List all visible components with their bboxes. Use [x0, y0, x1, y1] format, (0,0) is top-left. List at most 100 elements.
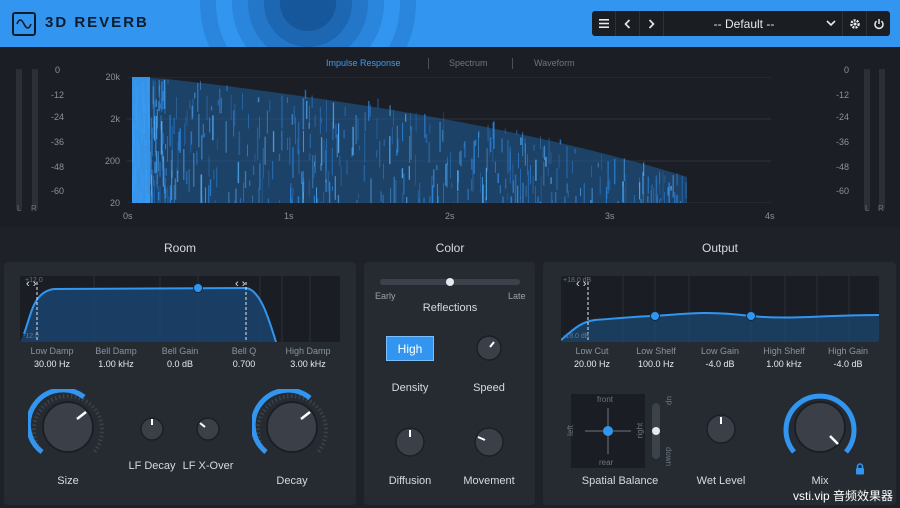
output-meter-left [864, 69, 870, 210]
param-label: Bell Gain [161, 346, 199, 356]
db-tick: 0 [843, 65, 849, 75]
high-damp-handle-icon[interactable]: ‹ › [235, 278, 245, 290]
waveform-logo-icon [12, 12, 36, 36]
db-tick: -60 [835, 186, 849, 196]
spatial-front-label: front [597, 395, 614, 404]
room-eq-display[interactable]: +12.0 -12.0 ‹ › ‹ › [20, 276, 340, 342]
high-density-button[interactable]: High [386, 336, 434, 361]
param-value: 0.0 dB [166, 359, 194, 369]
param-value: 0.700 [232, 359, 256, 369]
preset-name: -- Default -- [713, 16, 775, 31]
diffusion-label: Diffusion [388, 475, 432, 487]
param-bell-damp[interactable]: Bell Damp 1.00 kHz [84, 346, 148, 369]
wet-level-label: Wet Level [696, 475, 746, 487]
mix-knob[interactable] [780, 389, 860, 459]
preset-select[interactable]: -- Default -- [664, 11, 842, 36]
decay-knob[interactable] [252, 389, 332, 459]
power-icon[interactable] [866, 11, 890, 36]
db-tick: -60 [50, 186, 64, 196]
height-down-label: down [664, 446, 674, 467]
input-meter-left [16, 69, 22, 210]
param-high-damp[interactable]: High Damp 3.00 kHz [276, 346, 340, 369]
lf-xover-label: LF X-Over [182, 460, 234, 472]
reflections-label: Reflections [422, 302, 478, 314]
db-tick: -48 [50, 162, 64, 172]
gear-icon[interactable] [842, 11, 866, 36]
spatial-left-label: left [565, 425, 575, 436]
param-low-gain[interactable]: Low Gain -4.0 dB [688, 346, 752, 369]
param-label: Low Gain [700, 346, 740, 356]
diffusion-knob[interactable] [395, 427, 425, 457]
tab-spectrum[interactable]: Spectrum [449, 58, 488, 68]
db-tick: -24 [50, 112, 64, 122]
param-low-damp[interactable]: Low Damp 30.00 Hz [20, 346, 84, 369]
section-title-color: Color [435, 241, 465, 255]
hamburger-menu-icon[interactable] [592, 11, 616, 36]
lf-xover-knob[interactable] [196, 417, 220, 441]
wet-level-knob[interactable] [706, 414, 736, 444]
param-low-shelf[interactable]: Low Shelf 100.0 Hz [624, 346, 688, 369]
param-value: 3.00 kHz [290, 359, 326, 369]
spatial-crosshair [585, 408, 631, 454]
param-value: 100.0 Hz [637, 359, 675, 369]
db-tick: -36 [50, 137, 64, 147]
tab-separator [428, 58, 429, 69]
spatial-balance-label: Spatial Balance [581, 475, 659, 487]
low-damp-handle-icon[interactable]: ‹ › [26, 278, 36, 290]
late-label: Late [508, 291, 526, 301]
low-cut-handle-icon[interactable]: ‹ › [576, 278, 586, 290]
param-low-cut[interactable]: Low Cut 20.00 Hz [560, 346, 624, 369]
density-label: Density [391, 382, 429, 394]
param-label: Low Damp [30, 346, 74, 356]
param-label: High Damp [285, 346, 331, 356]
watermark-text: vsti.vip 音频效果器 [793, 489, 894, 503]
size-knob[interactable] [28, 389, 108, 459]
decay-label: Decay [276, 475, 308, 487]
lock-icon[interactable] [855, 463, 865, 475]
param-label: Bell Q [231, 346, 257, 356]
tab-waveform[interactable]: Waveform [534, 58, 575, 68]
spatial-balance-pad[interactable]: front rear left right [566, 394, 645, 468]
db-tick: -36 [835, 137, 849, 147]
db-tick: -24 [835, 112, 849, 122]
impulse-response-plot [127, 77, 771, 203]
chevron-left-icon[interactable] [616, 11, 640, 36]
param-label: High Shelf [763, 346, 805, 356]
tab-impulse-response[interactable]: Impulse Response [326, 58, 401, 68]
eq-scale-bottom: -18.0 dB [563, 333, 590, 340]
output-eq-display[interactable]: +18.0 dB -18.0 dB ‹ › [561, 276, 879, 342]
header-bar: 3D REVERB -- Default -- [0, 0, 900, 47]
meter-label-l: L [17, 204, 22, 213]
output-eq-curve [561, 276, 879, 342]
param-value: 20.00 Hz [573, 359, 611, 369]
param-value: 30.00 Hz [33, 359, 71, 369]
chevron-right-icon[interactable] [640, 11, 664, 36]
spatial-right-label: right [635, 422, 645, 439]
lf-decay-knob[interactable] [140, 417, 164, 441]
param-bell-gain[interactable]: Bell Gain 0.0 dB [148, 346, 212, 369]
param-value: -4.0 dB [833, 359, 863, 369]
time-label: 0s [123, 211, 133, 221]
tab-separator [512, 58, 513, 69]
display-tabs: Impulse Response Spectrum Waveform [0, 58, 900, 70]
meter-label-r: R [878, 204, 884, 213]
time-label: 2s [445, 211, 455, 221]
db-tick: 0 [54, 65, 60, 75]
movement-knob[interactable] [474, 427, 504, 457]
param-bell-q[interactable]: Bell Q 0.700 [212, 346, 276, 369]
section-title-room: Room [163, 241, 196, 255]
height-slider-thumb[interactable] [652, 427, 660, 435]
movement-label: Movement [463, 475, 515, 487]
param-label: Low Cut [575, 346, 609, 356]
spatial-rear-label: rear [599, 458, 614, 467]
reflections-slider-thumb[interactable] [446, 278, 454, 286]
param-value: 1.00 kHz [98, 359, 134, 369]
time-label: 1s [284, 211, 294, 221]
param-high-gain[interactable]: High Gain -4.0 dB [816, 346, 880, 369]
param-high-shelf[interactable]: High Shelf 1.00 kHz [752, 346, 816, 369]
freq-label: 20 [109, 198, 120, 208]
speed-knob[interactable] [476, 335, 502, 361]
chevron-down-icon [826, 16, 836, 30]
room-eq-curve [20, 276, 311, 342]
height-up-label: up [664, 396, 674, 405]
